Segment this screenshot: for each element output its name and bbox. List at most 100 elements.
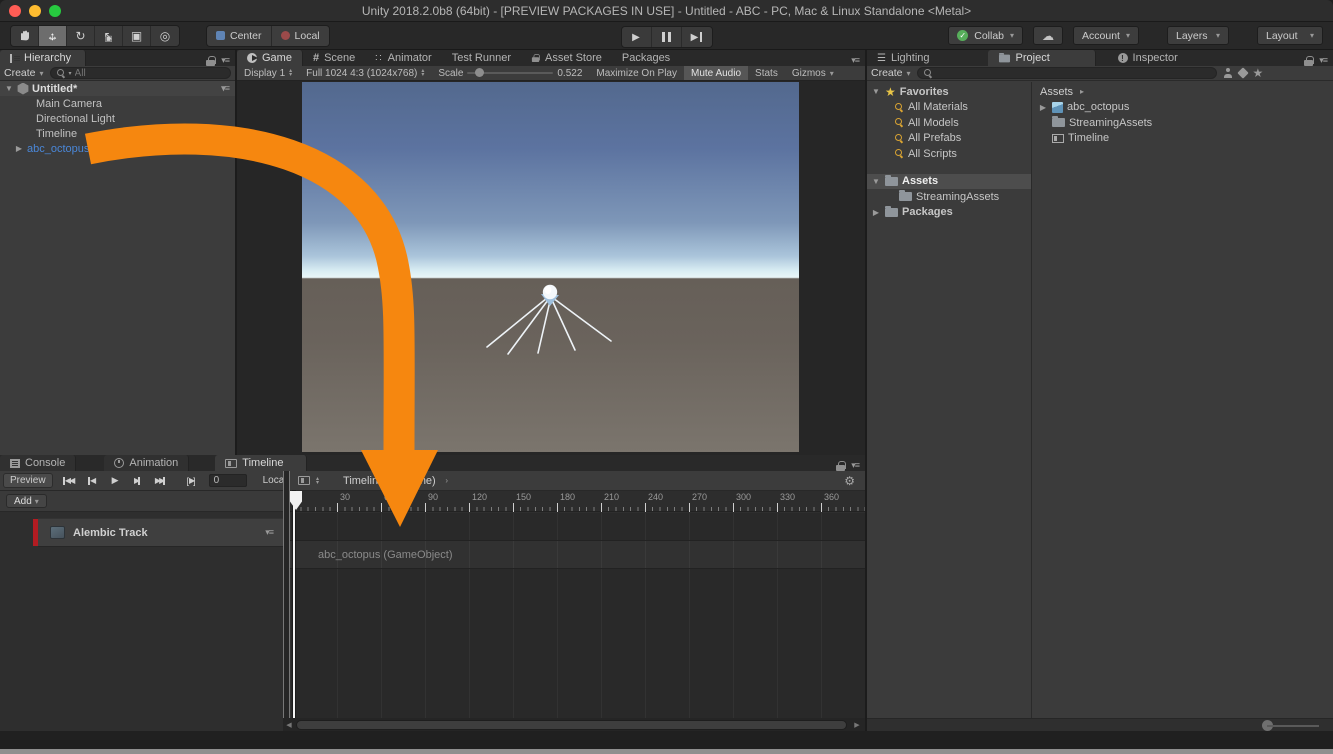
- lock-icon[interactable]: [836, 461, 845, 471]
- project-search[interactable]: [917, 67, 1217, 79]
- rotate-tool-button[interactable]: ↻: [67, 26, 95, 46]
- timeline-lanes[interactable]: abc_octopus (GameObject): [290, 513, 865, 718]
- aspect-dropdown[interactable]: Full 1024 4:3 (1024x768)▴▾: [299, 66, 431, 80]
- hierarchy-item-abc-octopus[interactable]: ▶ abc_octopus: [0, 141, 235, 156]
- foldout-closed-icon[interactable]: ▶: [14, 144, 24, 153]
- favorites-all-prefabs[interactable]: All Prefabs: [867, 131, 1031, 147]
- file-abc-octopus[interactable]: ▶ abc_octopus: [1032, 100, 1333, 116]
- space-toggle-button[interactable]: Local: [272, 26, 329, 46]
- panel-menu-icon[interactable]: ▾≡: [1319, 55, 1327, 66]
- transform-tool-button[interactable]: ◎: [151, 26, 179, 46]
- tab-timeline[interactable]: Timeline: [215, 455, 307, 471]
- scene-row[interactable]: ▼ Untitled* ▾≡: [0, 81, 235, 96]
- scale-slider[interactable]: Scale 0.522: [431, 66, 589, 80]
- close-window-button[interactable]: [9, 5, 21, 17]
- tab-test-runner[interactable]: Test Runner: [442, 50, 521, 66]
- play-button[interactable]: ▶: [622, 27, 652, 47]
- streaming-assets-folder-row[interactable]: StreamingAssets: [867, 189, 1031, 205]
- rect-tool-button[interactable]: ▣: [123, 26, 151, 46]
- gizmos-dropdown[interactable]: Gizmos▾: [785, 66, 841, 80]
- favorites-filter-icon[interactable]: ★: [1253, 68, 1264, 78]
- hierarchy-search-input[interactable]: [75, 68, 224, 79]
- hierarchy-item-main-camera[interactable]: Main Camera: [0, 96, 235, 111]
- timeline-play-button[interactable]: ▶: [103, 475, 126, 486]
- hierarchy-item-timeline[interactable]: Timeline: [0, 126, 235, 141]
- scroll-thumb[interactable]: [296, 720, 847, 730]
- foldout-open-icon[interactable]: ▼: [871, 177, 881, 186]
- file-timeline[interactable]: Timeline: [1032, 131, 1333, 147]
- next-frame-button[interactable]: ▶: [126, 476, 149, 485]
- playhead-line[interactable]: [293, 491, 295, 718]
- file-streaming-assets[interactable]: StreamingAssets: [1032, 115, 1333, 131]
- tab-hierarchy[interactable]: Hierarchy: [0, 50, 86, 66]
- scale-tool-button[interactable]: ↖▣: [95, 26, 123, 46]
- project-search-input[interactable]: [936, 68, 1210, 79]
- tab-inspector[interactable]: !Inspector: [1108, 50, 1188, 66]
- tab-console[interactable]: Console: [0, 455, 76, 471]
- tab-animator[interactable]: ∷Animator: [365, 50, 441, 66]
- display-dropdown[interactable]: Display 1▴▾: [237, 66, 299, 80]
- go-to-start-button[interactable]: ◀◀: [57, 476, 80, 485]
- thumbnail-zoom-slider[interactable]: [1267, 725, 1319, 727]
- favorites-all-scripts[interactable]: All Scripts: [867, 146, 1031, 162]
- account-dropdown[interactable]: Account▾: [1073, 26, 1139, 45]
- maximize-on-play-toggle[interactable]: Maximize On Play: [589, 66, 684, 80]
- hierarchy-search[interactable]: ▾: [50, 67, 231, 79]
- layers-dropdown[interactable]: Layers▾: [1167, 26, 1229, 45]
- zoom-window-button[interactable]: [49, 5, 61, 17]
- tab-project[interactable]: Project: [988, 50, 1096, 66]
- assets-folder-row[interactable]: ▼ Assets: [867, 174, 1031, 190]
- timeline-selector-icon[interactable]: ▴▾: [316, 477, 319, 485]
- foldout-closed-icon[interactable]: ▶: [871, 208, 881, 217]
- alembic-track-lane[interactable]: abc_octopus (GameObject): [290, 540, 865, 569]
- foldout-open-icon[interactable]: ▼: [4, 84, 14, 93]
- foldout-open-icon[interactable]: ▼: [871, 87, 881, 96]
- play-range-button[interactable]: [▶]: [180, 476, 203, 486]
- scroll-right-arrow[interactable]: ▶: [851, 721, 863, 729]
- lock-icon[interactable]: [206, 56, 215, 66]
- scale-slider-track[interactable]: [467, 72, 553, 74]
- timeline-ruler[interactable]: 306090120150180210240270300330360: [290, 491, 865, 512]
- tab-scene[interactable]: #Scene: [303, 50, 365, 66]
- hierarchy-item-directional-light[interactable]: Directional Light: [0, 111, 235, 126]
- panel-menu-icon[interactable]: ▾≡: [851, 55, 859, 66]
- track-menu-icon[interactable]: ▾≡: [265, 527, 273, 538]
- packages-folder-row[interactable]: ▶ Packages: [867, 205, 1031, 221]
- favorites-all-materials[interactable]: All Materials: [867, 100, 1031, 116]
- favorites-all-models[interactable]: All Models: [867, 115, 1031, 131]
- cloud-button[interactable]: ☁: [1033, 26, 1063, 45]
- tab-packages[interactable]: Packages: [612, 50, 680, 66]
- foldout-closed-icon[interactable]: ▶: [1038, 103, 1048, 112]
- hierarchy-create-button[interactable]: Create▾: [4, 67, 44, 79]
- scale-slider-knob[interactable]: [475, 68, 484, 77]
- hand-tool-button[interactable]: [11, 26, 39, 46]
- stats-toggle[interactable]: Stats: [748, 66, 785, 80]
- panel-menu-icon[interactable]: ▾≡: [221, 55, 229, 66]
- add-track-button[interactable]: Add▾: [6, 494, 47, 508]
- lock-icon[interactable]: [1304, 56, 1313, 66]
- preview-button[interactable]: Preview: [3, 473, 53, 488]
- panel-menu-icon[interactable]: ▾≡: [851, 460, 859, 471]
- step-button[interactable]: ▶: [682, 27, 712, 47]
- tab-game[interactable]: Game: [237, 50, 303, 66]
- timeline-hscrollbar[interactable]: ◀ ▶: [283, 718, 865, 731]
- tab-lighting[interactable]: ☰Lighting: [867, 50, 940, 66]
- favorites-root[interactable]: ▼ ★ Favorites: [867, 84, 1031, 100]
- pivot-toggle-button[interactable]: Center: [207, 26, 271, 46]
- clip-view-icon[interactable]: [298, 476, 310, 485]
- gear-icon[interactable]: ⚙: [844, 474, 855, 488]
- minimize-window-button[interactable]: [29, 5, 41, 17]
- pause-button[interactable]: [652, 27, 682, 47]
- move-tool-button[interactable]: ↔↕: [39, 26, 67, 46]
- game-viewport[interactable]: [302, 82, 799, 452]
- timeline-breadcrumb[interactable]: Timeline (Timeline): [343, 475, 436, 487]
- frame-field[interactable]: 0: [209, 474, 247, 487]
- tab-animation[interactable]: Animation: [104, 455, 189, 471]
- search-by-label-icon[interactable]: [1237, 67, 1248, 78]
- collab-dropdown[interactable]: ✓ Collab▾: [948, 26, 1023, 45]
- timeline-splitter[interactable]: [283, 471, 290, 718]
- project-create-button[interactable]: Create▾: [871, 67, 911, 79]
- layout-dropdown[interactable]: Layout▾: [1257, 26, 1323, 45]
- previous-frame-button[interactable]: ◀: [80, 476, 103, 485]
- mute-audio-toggle[interactable]: Mute Audio: [684, 66, 748, 80]
